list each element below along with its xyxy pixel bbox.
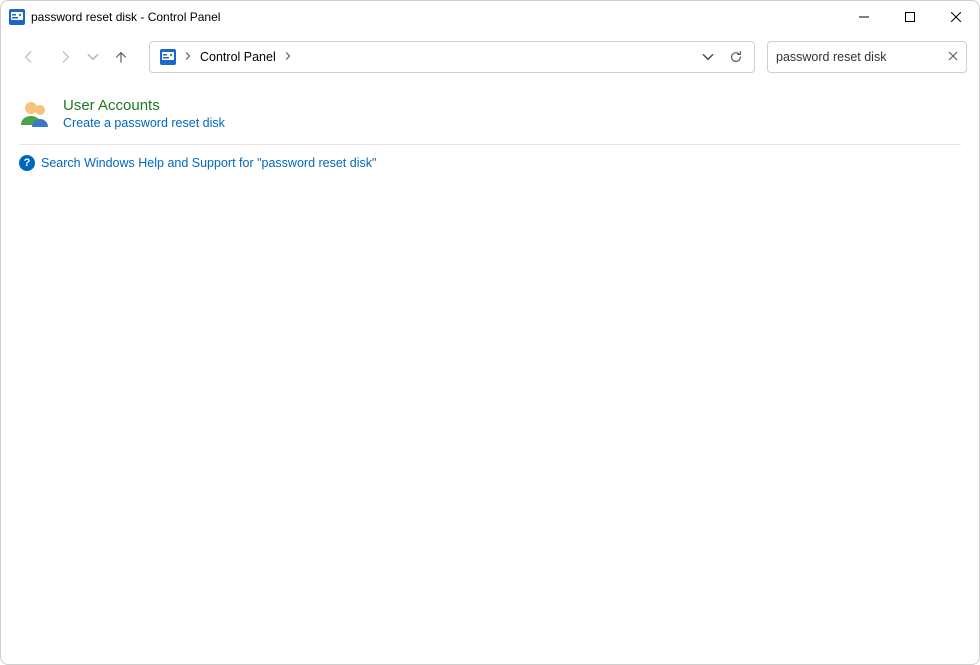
address-bar[interactable]: Control Panel	[149, 41, 755, 73]
breadcrumb-control-panel[interactable]: Control Panel	[194, 48, 282, 66]
help-icon: ?	[19, 155, 35, 171]
titlebar: password reset disk - Control Panel	[1, 1, 979, 33]
refresh-button[interactable]	[722, 43, 750, 71]
content-area: User Accounts Create a password reset di…	[1, 81, 979, 664]
back-button[interactable]	[13, 41, 45, 73]
user-accounts-icon	[19, 97, 51, 129]
forward-button[interactable]	[49, 41, 81, 73]
close-button[interactable]	[933, 1, 979, 33]
recent-locations-button[interactable]	[85, 41, 101, 73]
search-help-link[interactable]: Search Windows Help and Support for "pas…	[41, 156, 376, 170]
result-link-create-password-reset-disk[interactable]: Create a password reset disk	[63, 116, 225, 130]
chevron-right-icon[interactable]	[182, 52, 194, 63]
window-title: password reset disk - Control Panel	[31, 10, 220, 24]
address-dropdown-button[interactable]	[694, 43, 722, 71]
chevron-right-icon[interactable]	[282, 52, 294, 63]
control-panel-window: password reset disk - Control Panel	[0, 0, 980, 665]
maximize-button[interactable]	[887, 1, 933, 33]
search-box[interactable]	[767, 41, 967, 73]
up-button[interactable]	[105, 41, 137, 73]
control-panel-icon	[9, 9, 25, 25]
clear-search-button[interactable]	[945, 50, 960, 64]
result-category[interactable]: User Accounts	[63, 97, 225, 114]
breadcrumb-root-icon[interactable]	[154, 47, 182, 67]
window-controls	[841, 1, 979, 33]
search-result: User Accounts Create a password reset di…	[19, 93, 961, 144]
divider	[19, 144, 961, 145]
search-input[interactable]	[774, 49, 939, 65]
help-row: ? Search Windows Help and Support for "p…	[19, 155, 961, 181]
minimize-button[interactable]	[841, 1, 887, 33]
navigation-toolbar: Control Panel	[1, 33, 979, 81]
